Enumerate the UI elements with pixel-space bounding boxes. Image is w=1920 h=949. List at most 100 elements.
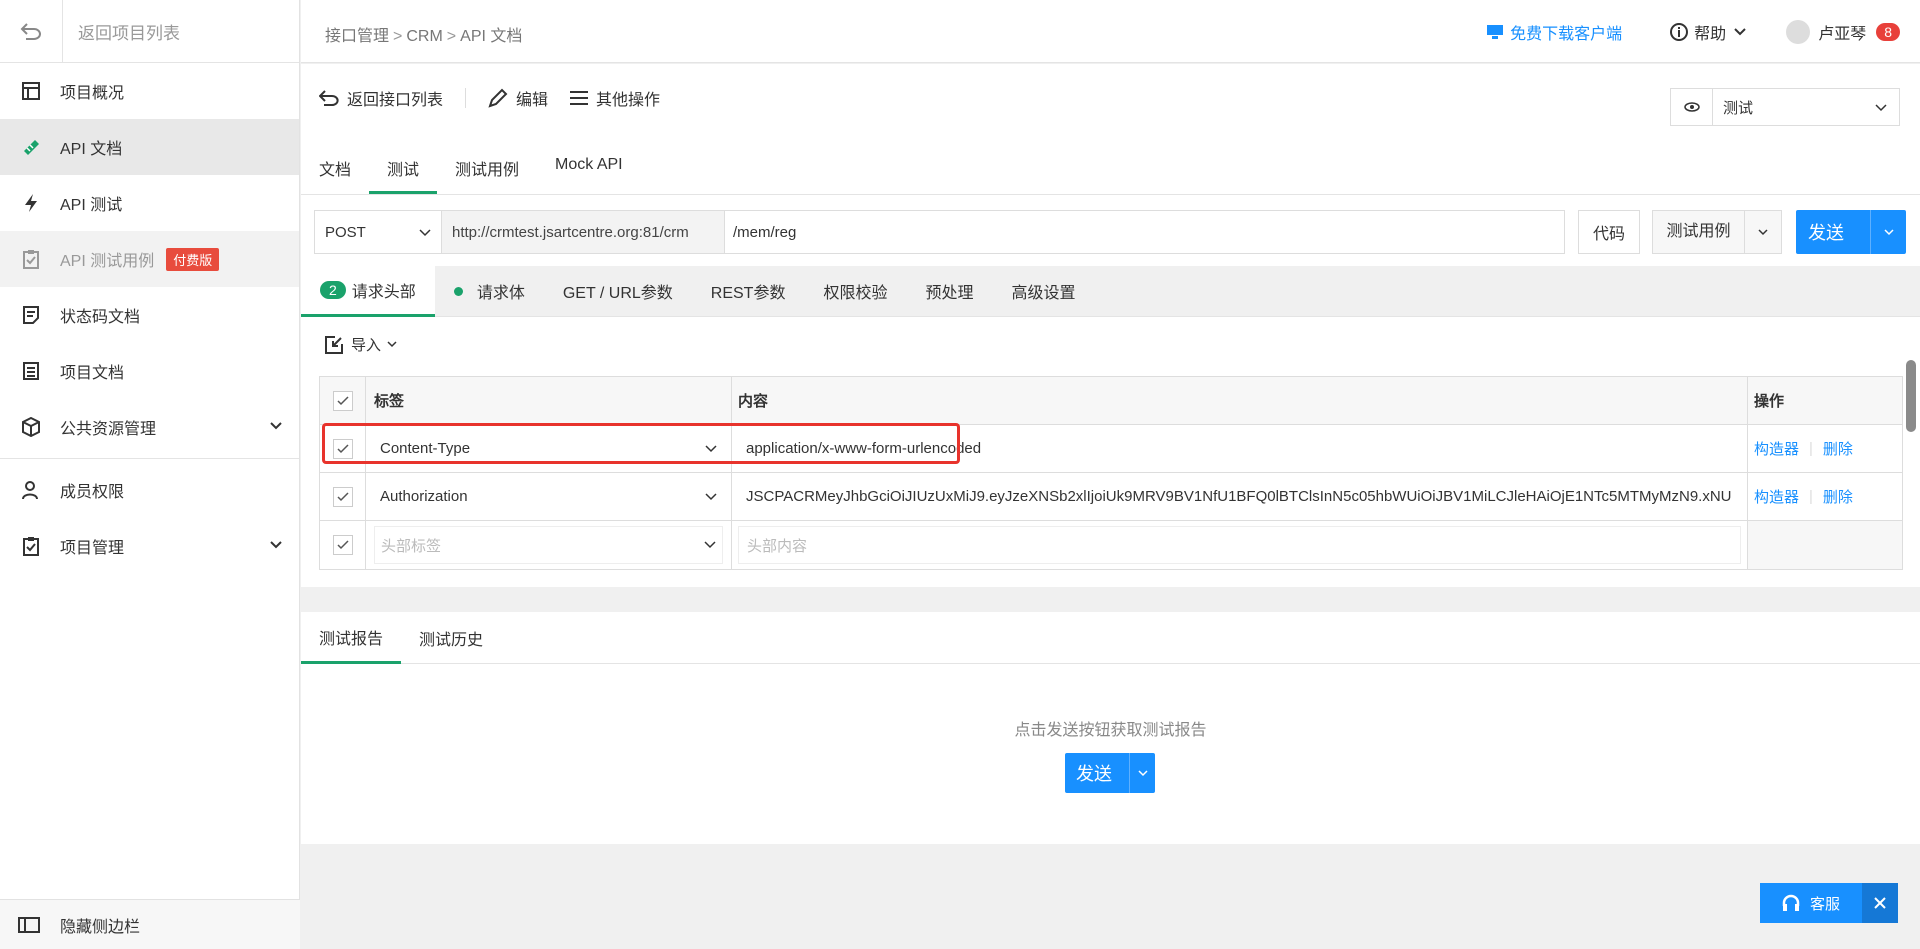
download-client-link[interactable]: 免费下载客户端 — [1486, 20, 1622, 44]
sidebar-item-api-test[interactable]: API 测试 — [0, 175, 299, 231]
send-label: 发送 — [1808, 223, 1844, 243]
breadcrumb-item[interactable]: 接口管理 — [325, 28, 389, 45]
user-icon — [18, 477, 44, 503]
sidebar-item-label: 公共资源管理 — [60, 421, 157, 438]
import-label: 导入 — [351, 337, 382, 354]
sidebar-item-members[interactable]: 成员权限 — [0, 462, 299, 518]
sidebar-item-public-resources[interactable]: 公共资源管理 — [0, 399, 299, 455]
environment-value: 测试 — [1723, 99, 1754, 117]
help-label: 帮助 — [1694, 25, 1727, 43]
sidebar-item-label: API 文档 — [60, 141, 123, 158]
more-actions-label: 其他操作 — [596, 92, 661, 109]
table-row-new: 头部标签 头部内容 — [320, 521, 1902, 569]
edit-button[interactable]: 编辑 — [488, 86, 548, 110]
back-arrow-icon[interactable] — [0, 0, 63, 63]
header-label-value: Authorization — [380, 488, 468, 505]
send-label: 发送 — [1076, 764, 1112, 784]
tab-advanced[interactable]: 高级设置 — [993, 266, 1095, 317]
method-select[interactable]: POST — [314, 210, 442, 254]
tab-test-cases[interactable]: 测试用例 — [437, 154, 537, 194]
base-url-field[interactable]: http://crmtest.jsartcentre.org:81/crm — [442, 210, 724, 254]
request-sub-tabs: 2 请求头部 请求体 GET / URL参数 REST参数 权限校验 预处理 高… — [301, 265, 1920, 317]
builder-link[interactable]: 构造器 — [1754, 486, 1799, 507]
test-case-label: 测试用例 — [1653, 211, 1745, 253]
breadcrumb-item[interactable]: CRM — [406, 28, 442, 45]
toolbar-divider — [465, 88, 467, 108]
sidebar-item-label: 成员权限 — [60, 484, 125, 501]
bottom-area — [301, 844, 1920, 949]
builder-link[interactable]: 构造器 — [1754, 438, 1799, 459]
sidebar-item-project-management[interactable]: 项目管理 — [0, 518, 299, 574]
delete-link[interactable]: 删除 — [1823, 486, 1853, 507]
tab-docs[interactable]: 文档 — [301, 154, 369, 194]
code-button[interactable]: 代码 — [1578, 210, 1640, 254]
report-hint: 点击发送按钮获取测试报告 — [1014, 722, 1207, 739]
tab-label: 请求体 — [476, 285, 525, 302]
chevron-down-icon[interactable] — [269, 537, 283, 555]
tab-test-report[interactable]: 测试报告 — [301, 612, 402, 664]
customer-service-button[interactable]: 客服 — [1760, 893, 1862, 914]
send-button-secondary[interactable]: 发送 — [1065, 753, 1155, 793]
tab-url-params[interactable]: GET / URL参数 — [544, 266, 692, 317]
chevron-down-icon — [705, 492, 717, 500]
tab-rest-params[interactable]: REST参数 — [692, 266, 805, 317]
column-header: 操作 — [1754, 393, 1785, 410]
help-menu[interactable]: 帮助 — [1670, 20, 1746, 44]
tab-test-history[interactable]: 测试历史 — [401, 612, 501, 664]
chevron-down-icon[interactable] — [1129, 753, 1155, 793]
more-actions-button[interactable]: 其他操作 — [570, 86, 660, 110]
select-all-checkbox[interactable] — [332, 390, 353, 411]
close-icon[interactable] — [1862, 883, 1898, 923]
empty-op-cell — [1748, 521, 1902, 569]
back-to-api-list-button[interactable]: 返回接口列表 — [319, 86, 443, 110]
tab-label: 请求头部 — [351, 283, 416, 301]
new-header-label-select[interactable]: 头部标签 — [374, 526, 723, 564]
return-icon — [319, 90, 339, 106]
sidebar-item-api-docs[interactable]: API 文档 — [0, 119, 299, 175]
sidebar-item-api-test-cases[interactable]: API 测试用例 付费版 — [0, 231, 299, 287]
back-to-projects-link[interactable]: 返回项目列表 — [63, 19, 180, 44]
row-checkbox[interactable] — [332, 535, 353, 555]
delete-link[interactable]: 删除 — [1823, 438, 1853, 459]
import-button[interactable]: 导入 — [325, 334, 405, 355]
test-case-button[interactable]: 测试用例 — [1652, 210, 1782, 254]
placeholder-text: 头部标签 — [381, 537, 442, 555]
download-label: 免费下载客户端 — [1510, 25, 1623, 43]
cube-icon — [18, 414, 44, 440]
tab-request-body[interactable]: 请求体 — [435, 266, 544, 317]
sidebar-item-overview[interactable]: 项目概况 — [0, 63, 299, 119]
chevron-down-icon — [1875, 99, 1887, 116]
header-label-select[interactable]: Authorization — [374, 488, 723, 505]
send-button[interactable]: 发送 — [1796, 210, 1906, 254]
lightning-icon — [18, 190, 44, 216]
scrollbar[interactable] — [1906, 360, 1916, 432]
path-input[interactable]: /mem/reg — [724, 210, 1565, 254]
tab-request-headers[interactable]: 2 请求头部 — [301, 265, 435, 317]
tab-preprocess[interactable]: 预处理 — [906, 266, 992, 317]
sidebar-item-status-codes[interactable]: 状态码文档 — [0, 287, 299, 343]
chevron-down-icon[interactable] — [1745, 228, 1781, 236]
tab-auth[interactable]: 权限校验 — [804, 266, 906, 317]
hide-sidebar-button[interactable]: 隐藏侧边栏 — [0, 899, 300, 949]
tab-mock-api[interactable]: Mock API — [537, 154, 641, 194]
breadcrumb-item: API 文档 — [460, 28, 523, 45]
chevron-down-icon[interactable] — [1870, 210, 1906, 254]
info-icon — [1670, 22, 1689, 41]
notification-badge[interactable]: 8 — [1876, 22, 1900, 41]
clipboard-check-icon — [18, 246, 44, 272]
breadcrumb: 接口管理 > CRM > API 文档 — [325, 28, 523, 45]
sidebar-item-project-docs[interactable]: 项目文档 — [0, 343, 299, 399]
environment-select[interactable]: 测试 — [1670, 88, 1900, 126]
document-icon — [18, 302, 44, 328]
list-doc-icon — [18, 358, 44, 384]
customer-service-label: 客服 — [1809, 895, 1840, 913]
chevron-down-icon — [704, 541, 716, 549]
row-checkbox[interactable] — [332, 486, 353, 507]
header-content-input[interactable]: JSCPACRMeyJhbGciOiJIUzUxMiJ9.eyJzeXNSb2x… — [732, 473, 1748, 520]
customer-service-widget[interactable]: 客服 — [1760, 883, 1898, 923]
chevron-down-icon[interactable] — [269, 418, 283, 436]
tab-test[interactable]: 测试 — [369, 154, 438, 194]
new-header-content-input[interactable]: 头部内容 — [738, 526, 1741, 564]
user-menu[interactable]: 卢亚琴 8 — [1786, 19, 1900, 44]
column-header: 标签 — [366, 377, 732, 424]
